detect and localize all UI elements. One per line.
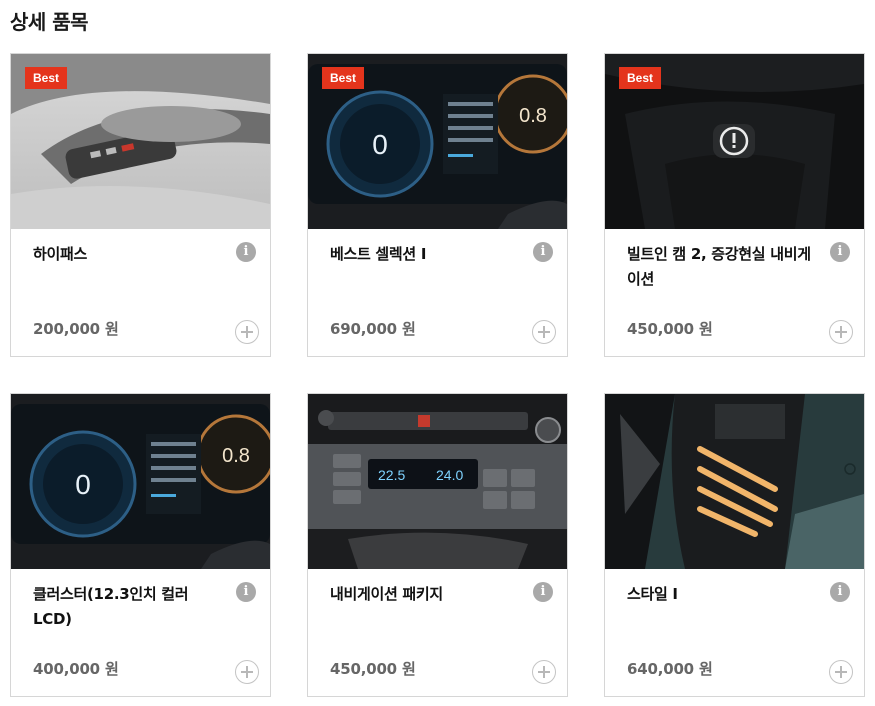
- product-name: 빌트인 캠 2, 증강현실 내비게이션: [627, 245, 811, 288]
- info-icon[interactable]: i: [830, 242, 850, 262]
- product-image-headlamp[interactable]: [605, 394, 864, 569]
- add-plus-icon[interactable]: [532, 320, 556, 344]
- product-name: 내비게이션 패키지: [330, 585, 443, 603]
- svg-text:0: 0: [75, 469, 91, 500]
- svg-text:0.8: 0.8: [222, 445, 250, 467]
- product-name: 하이패스: [33, 245, 88, 263]
- add-plus-icon[interactable]: [829, 320, 853, 344]
- add-plus-icon[interactable]: [532, 660, 556, 684]
- best-badge: Best: [322, 67, 365, 89]
- info-icon[interactable]: i: [533, 242, 553, 262]
- add-plus-icon[interactable]: [235, 660, 259, 684]
- product-price: 690,000 원: [330, 320, 416, 338]
- product-price: 200,000 원: [33, 320, 119, 338]
- product-card-navigation-package[interactable]: 22.5 24.0 내비게이션 패키지 i 450,000 원: [307, 393, 568, 697]
- svg-text:0: 0: [372, 129, 388, 160]
- section-title: 상세 품목: [10, 10, 89, 34]
- product-name: 스타일 Ⅰ: [627, 585, 678, 603]
- info-icon[interactable]: i: [533, 582, 553, 602]
- product-card-builtin-cam[interactable]: Best 빌트인 캠 2, 증강현실 내비게이션 i 450,000 원: [604, 53, 865, 357]
- info-icon[interactable]: i: [830, 582, 850, 602]
- info-icon[interactable]: i: [236, 242, 256, 262]
- add-plus-icon[interactable]: [235, 320, 259, 344]
- product-card-cluster[interactable]: 0 0.8 클러스터(12.3인치 컬러 LCD) i 400,000 원: [10, 393, 271, 697]
- headlamp-photo: [605, 394, 864, 569]
- best-badge: Best: [25, 67, 68, 89]
- svg-text:22.5: 22.5: [378, 467, 405, 483]
- product-price: 400,000 원: [33, 660, 119, 678]
- svg-text:24.0: 24.0: [436, 467, 463, 483]
- climate-control-panel-photo: 22.5 24.0: [308, 394, 567, 569]
- product-card-style[interactable]: 스타일 Ⅰ i 640,000 원: [604, 393, 865, 697]
- product-image-digital-cluster[interactable]: 0 0.8: [11, 394, 270, 569]
- product-price: 450,000 원: [627, 320, 713, 338]
- svg-text:0.8: 0.8: [519, 105, 547, 127]
- best-badge: Best: [619, 67, 662, 89]
- product-card-hipass[interactable]: Best 하이패스 i 200,000 원: [10, 53, 271, 357]
- product-price: 450,000 원: [330, 660, 416, 678]
- digital-cluster-photo: 0 0.8: [11, 394, 270, 569]
- product-name: 클러스터(12.3인치 컬러 LCD): [33, 585, 189, 628]
- product-price: 640,000 원: [627, 660, 713, 678]
- info-icon[interactable]: i: [236, 582, 256, 602]
- add-plus-icon[interactable]: [829, 660, 853, 684]
- product-name: 베스트 셀렉션 Ⅰ: [330, 245, 427, 263]
- product-image-climate-panel[interactable]: 22.5 24.0: [308, 394, 567, 569]
- product-card-best-selection[interactable]: 0 0.8 Best 베스트 셀렉션 Ⅰ i 690,000 원: [307, 53, 568, 357]
